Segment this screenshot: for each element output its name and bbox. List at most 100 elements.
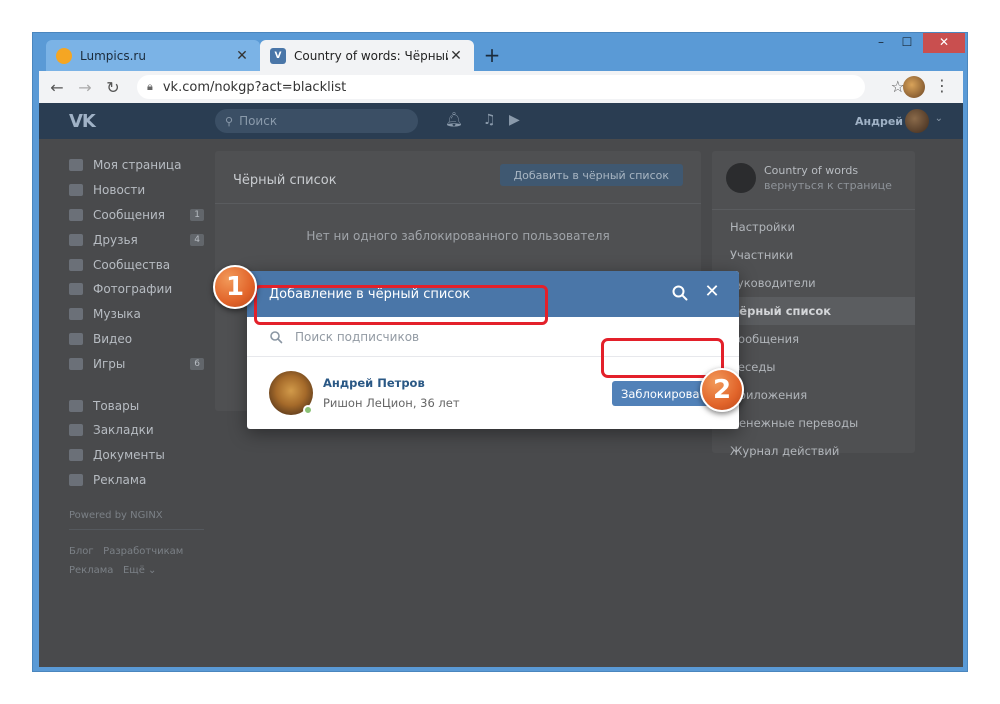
news-icon [69,184,83,197]
sidebar-item-ads[interactable]: Реклама [69,468,204,493]
sidebar-item-label: Видео [93,331,133,346]
footer-links-1[interactable]: Блог Разработчикам [69,542,204,561]
window-close-button[interactable]: ✕ [923,33,965,53]
empty-state-text: Нет ни одного заблокированного пользоват… [306,229,610,243]
sidebar-item-label: Друзья [93,232,138,247]
sidebar-item-label: Закладки [93,423,154,438]
maximize-button[interactable]: ☐ [893,33,921,53]
sidebar-item-my-page[interactable]: Моя страница [69,153,204,178]
sidebar-item-label: Сообщения [93,207,166,222]
address-bar[interactable]: 🔒︎ vk.com/nokgp?act=blacklist ☆ [137,75,905,99]
menu-item-blacklist[interactable]: Чёрный список [712,297,915,325]
sidebar-item-news[interactable]: Новости [69,178,204,203]
megaphone-icon [69,473,83,486]
vk-search-input[interactable]: ⚲ Поиск [215,109,418,133]
bell-icon[interactable]: 🔔︎ [445,112,463,128]
new-tab-button[interactable]: + [480,44,504,68]
user-name-link[interactable]: Андрей Петров [323,376,425,390]
chevron-down-icon[interactable]: ⌄ [935,113,943,124]
add-to-blacklist-dialog: Добавление в чёрный список ✕ Поиск подпи… [247,271,739,429]
browser-window: Lumpics.ru ✕ V Country of words: Чёрный … [32,32,968,672]
search-icon[interactable] [671,284,689,302]
tab-lumpics[interactable]: Lumpics.ru ✕ [46,40,260,71]
menu-items: Настройки Участники Руководители Чёрный … [712,213,915,465]
footer-links-2[interactable]: Реклама Ещё ⌄ [69,561,204,580]
menu-item-members[interactable]: Участники [712,241,915,269]
browser-profile-avatar[interactable] [903,76,925,98]
friends-icon [69,233,83,246]
friends-count-badge: 4 [190,233,204,246]
close-icon[interactable]: ✕ [703,283,721,301]
community-avatar [726,163,756,193]
sidebar-item-groups[interactable]: Сообщества [69,252,204,277]
menu-item-chats[interactable]: Беседы [712,353,915,381]
document-icon [69,449,83,462]
tab-close-icon[interactable]: ✕ [448,48,464,64]
subscriber-search-input[interactable]: Поиск подписчиков [247,317,739,357]
sidebar-item-label: Новости [93,183,146,198]
tab-close-icon[interactable]: ✕ [234,48,250,64]
sidebar-item-friends[interactable]: Друзья 4 [69,227,204,252]
tab-title: Country of words: Чёрный списс [294,48,448,63]
video-icon [69,332,83,345]
back-to-page-link[interactable]: вернуться к странице [764,179,892,192]
menu-item-money-transfers[interactable]: Денежные переводы [712,409,915,437]
sidebar-item-label: Товары [93,398,140,413]
title-bar: Lumpics.ru ✕ V Country of words: Чёрный … [33,33,967,71]
browser-menu-icon[interactable]: ⋮ [934,76,950,95]
powered-by-text: Powered by NGINX [69,510,163,522]
music-icon [69,308,83,321]
sidebar-item-label: Фотографии [93,282,173,297]
community-management-menu: Country of words вернуться к странице На… [712,151,915,458]
camera-icon [69,283,83,296]
sidebar-item-label: Реклама [93,472,147,487]
menu-item-settings[interactable]: Настройки [712,213,915,241]
minimize-button[interactable]: – [867,33,895,53]
games-icon [69,357,83,370]
community-header[interactable]: Country of words вернуться к странице [726,163,892,193]
page-viewport: VK ⚲ Поиск 🔔︎ ♫ ▶ Андрей ⌄ Моя страница … [39,103,963,667]
tab-vk-blacklist[interactable]: V Country of words: Чёрный списс ✕ [260,40,474,71]
sidebar-item-label: Музыка [93,307,141,322]
vk-user-name[interactable]: Андрей [855,115,903,128]
sidebar-item-goods[interactable]: Товары [69,393,204,418]
online-status-dot [303,405,313,415]
search-icon: ⚲ [225,114,234,128]
dialog-title: Добавление в чёрный список [269,286,471,302]
search-placeholder: Поиск подписчиков [295,329,420,344]
sidebar-item-photos[interactable]: Фотографии [69,277,204,302]
dialog-header: Добавление в чёрный список ✕ [247,271,739,317]
sidebar-item-messages[interactable]: Сообщения 1 [69,203,204,228]
messages-icon [69,208,83,221]
vk-header: VK ⚲ Поиск 🔔︎ ♫ ▶ Андрей ⌄ [39,103,963,139]
menu-item-managers[interactable]: Руководители [712,269,915,297]
music-note-icon[interactable]: ♫ [483,112,496,128]
sidebar-item-video[interactable]: Видео [69,327,204,352]
lock-icon: 🔒︎ [147,80,153,93]
sidebar-item-label: Моя страница [93,158,182,173]
sidebar-item-music[interactable]: Музыка [69,302,204,327]
left-sidebar: Моя страница Новости Сообщения 1 Друзья 4 … [69,153,204,580]
back-arrow-icon[interactable]: ← [43,78,71,97]
groups-icon [69,258,83,271]
user-info: Ришон ЛеЦион, 36 лет [323,396,460,410]
forward-arrow-icon[interactable]: → [71,78,99,97]
vk-user-avatar[interactable] [905,109,929,133]
add-to-blacklist-button[interactable]: Добавить в чёрный список [499,164,683,186]
bag-icon [69,399,83,412]
panel-divider [215,203,701,204]
vk-logo[interactable]: VK [69,111,96,132]
menu-divider [712,209,915,210]
list-item: Андрей Петров Ришон ЛеЦион, 36 лет Забло… [247,357,739,429]
video-play-icon[interactable]: ▶ [509,112,520,128]
lumpics-favicon-icon [56,47,72,64]
community-name: Country of words [764,164,859,177]
sidebar-item-games[interactable]: Игры 6 [69,351,204,376]
menu-item-action-log[interactable]: Журнал действий [712,437,915,465]
menu-item-messages[interactable]: Сообщения [712,325,915,353]
sidebar-item-label: Сообщества [93,257,171,272]
reload-icon[interactable]: ↻ [99,78,127,97]
sidebar-item-documents[interactable]: Документы [69,443,204,468]
sidebar-item-bookmarks[interactable]: Закладки [69,418,204,443]
